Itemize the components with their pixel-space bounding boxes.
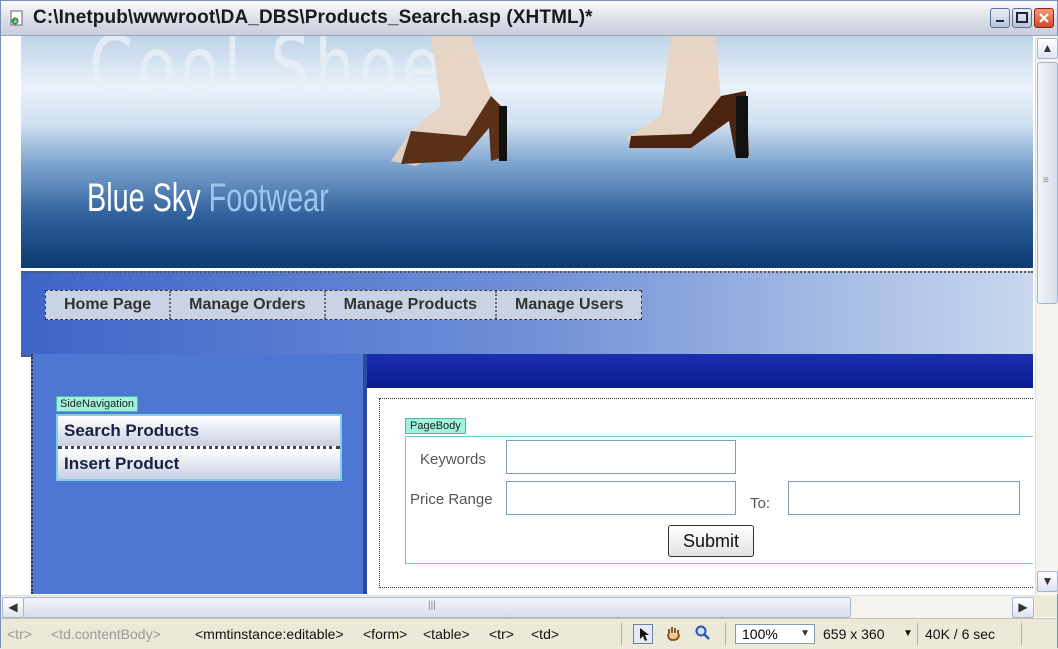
keywords-input[interactable]: [506, 440, 736, 474]
price-to-label: To:: [750, 495, 771, 512]
tag-selector-td-contentbody[interactable]: <td.contentBody>: [51, 626, 161, 642]
download-size-readout: 40K / 6 sec: [925, 626, 996, 642]
nav-item-manage-users[interactable]: Manage Users: [497, 291, 642, 319]
minimize-button[interactable]: [990, 8, 1010, 28]
zoom-tool-button[interactable]: [693, 624, 713, 644]
horizontal-scrollbar[interactable]: ◀ ||| ▶: [1, 595, 1035, 618]
search-form: Keywords Price Range To: Submit: [405, 436, 1033, 564]
maximize-icon: [1016, 12, 1028, 23]
price-range-label: Price Range: [410, 491, 493, 508]
grip-icon: |||: [428, 600, 436, 611]
scroll-down-button[interactable]: ▼: [1037, 571, 1058, 592]
chevron-down-icon: ▼: [1041, 574, 1054, 588]
keywords-label: Keywords: [420, 451, 486, 468]
design-canvas[interactable]: Cool Shoes Blue Sky Footwear Home Page M…: [21, 36, 1033, 594]
status-bar: <tr> <td.contentBody> <mmtinstance:edita…: [1, 618, 1057, 649]
side-navigation-menu: Search Products Insert Product: [56, 414, 342, 481]
nav-item-manage-products[interactable]: Manage Products: [326, 291, 497, 319]
select-tool-button[interactable]: [633, 624, 653, 644]
zoom-select[interactable]: 100% ▼: [735, 624, 815, 644]
status-divider: [725, 623, 726, 645]
content-header-strip: [367, 354, 1033, 388]
tag-selector-tr-2[interactable]: <tr>: [489, 626, 514, 642]
pointer-arrow-icon: [640, 628, 649, 641]
sidebar-item-insert-product[interactable]: Insert Product: [58, 449, 340, 479]
hand-icon: [667, 627, 680, 642]
status-divider: [621, 623, 622, 645]
horizontal-scroll-thumb[interactable]: |||: [23, 597, 851, 618]
tag-selector-table[interactable]: <table>: [423, 626, 470, 642]
window-size-readout[interactable]: 659 x 360: [823, 626, 885, 642]
chevron-up-icon: ▲: [1041, 41, 1054, 55]
brand-name-part2: Footwear: [208, 176, 329, 220]
content-body: PageBody Keywords Price Range To: Submit: [367, 388, 1033, 594]
magnifier-icon: [695, 625, 710, 640]
brand-name-part1: Blue Sky: [87, 176, 201, 220]
status-divider: [1021, 623, 1022, 645]
vertical-scroll-thumb[interactable]: ≡: [1037, 62, 1058, 304]
vertical-scrollbar[interactable]: ▲ ≡ ▼: [1035, 36, 1058, 594]
ruler-strip: [1, 36, 22, 594]
shoes-image: [391, 36, 749, 166]
svg-text:a: a: [13, 18, 17, 25]
nav-menu: Home Page Manage Orders Manage Products …: [45, 290, 643, 320]
tag-selector-mmtinstance[interactable]: <mmtinstance:editable>: [195, 626, 344, 642]
scroll-up-button[interactable]: ▲: [1037, 38, 1058, 59]
side-navigation-panel: SideNavigation Search Products Insert Pr…: [31, 354, 367, 594]
chevron-right-icon: ▶: [1018, 600, 1028, 614]
chevron-left-icon: ◀: [8, 600, 18, 614]
scrollbar-corner: [1035, 595, 1057, 617]
nav-item-manage-orders[interactable]: Manage Orders: [171, 291, 326, 319]
dropdown-arrow-icon: ▼: [800, 628, 810, 639]
document-icon: a: [10, 10, 23, 26]
grip-icon: ≡: [1043, 175, 1049, 186]
close-button[interactable]: [1034, 8, 1054, 28]
title-bar[interactable]: a C:\Inetpub\wwwroot\DA_DBS\Products_Sea…: [1, 1, 1057, 36]
document-window: a C:\Inetpub\wwwroot\DA_DBS\Products_Sea…: [0, 0, 1058, 649]
page-body-region-tag[interactable]: PageBody: [405, 418, 466, 434]
header-banner: Cool Shoes Blue Sky Footwear: [21, 36, 1033, 268]
window-size-dropdown-icon[interactable]: ▼: [903, 628, 913, 639]
scroll-left-button[interactable]: ◀: [2, 597, 24, 618]
maximize-button[interactable]: [1012, 8, 1032, 28]
tag-selector-form[interactable]: <form>: [363, 626, 407, 642]
close-icon: [1039, 13, 1049, 23]
brand-logo: Blue Sky Footwear: [87, 176, 329, 221]
submit-button[interactable]: Submit: [668, 525, 754, 557]
price-to-input[interactable]: [788, 481, 1020, 515]
hand-tool-button[interactable]: [663, 624, 683, 644]
sidebar-item-search-products[interactable]: Search Products: [58, 416, 340, 449]
top-navigation-bar: Home Page Manage Orders Manage Products …: [21, 271, 1033, 357]
status-divider: [917, 623, 918, 645]
side-navigation-region-tag[interactable]: SideNavigation: [56, 396, 138, 412]
tag-selector-td[interactable]: <td>: [531, 626, 559, 642]
tag-selector-tr[interactable]: <tr>: [7, 626, 32, 642]
window-title: C:\Inetpub\wwwroot\DA_DBS\Products_Searc…: [33, 7, 593, 28]
zoom-value: 100%: [742, 626, 778, 642]
nav-item-home-page[interactable]: Home Page: [46, 291, 172, 319]
minimize-icon: [996, 20, 1004, 22]
price-from-input[interactable]: [506, 481, 736, 515]
scroll-right-button[interactable]: ▶: [1012, 597, 1034, 618]
